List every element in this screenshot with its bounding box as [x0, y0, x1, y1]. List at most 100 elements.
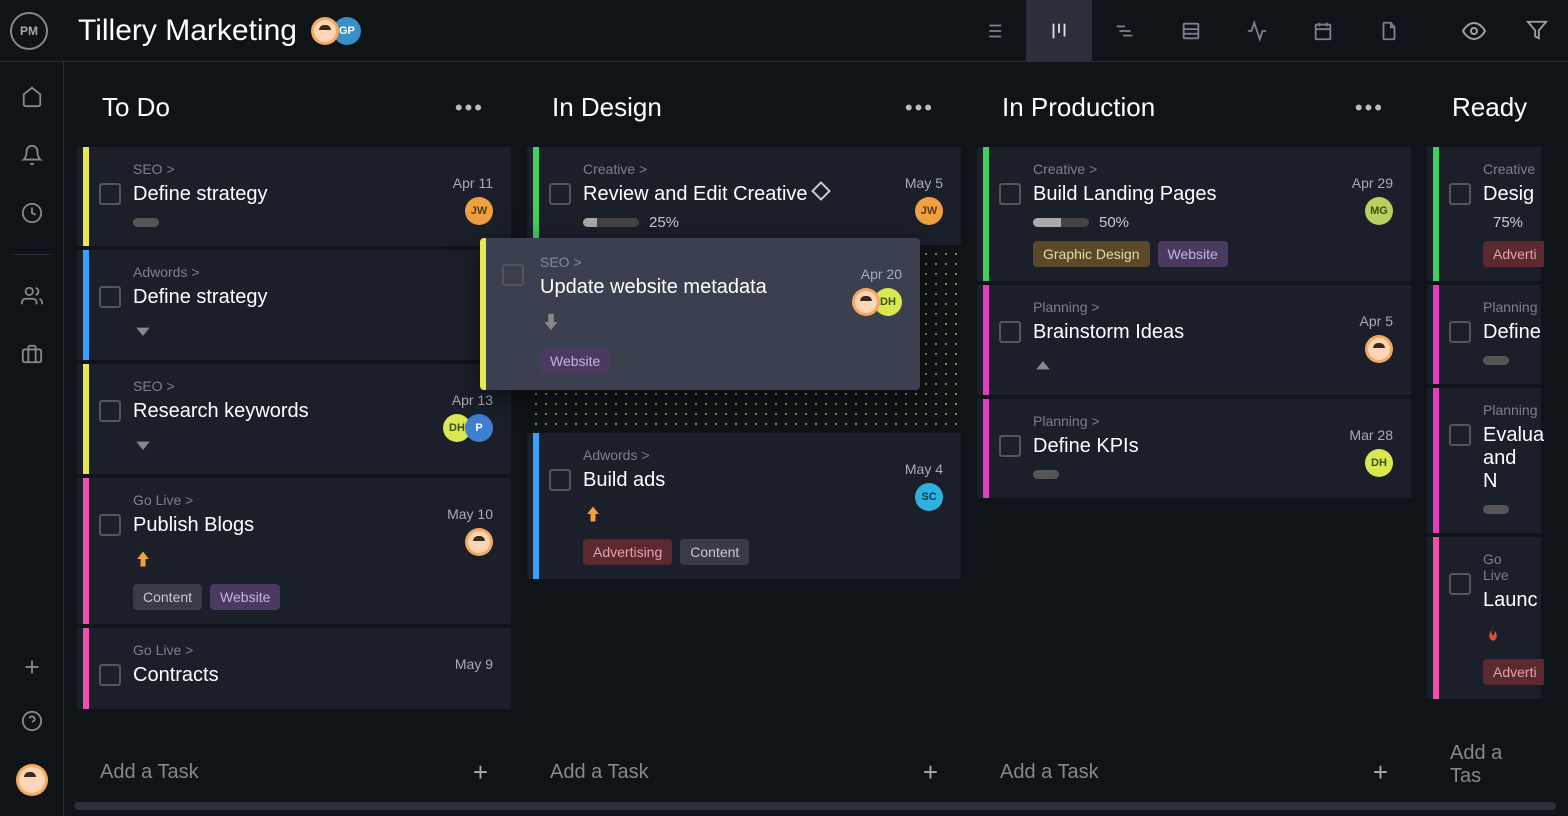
task-checkbox[interactable] — [549, 469, 571, 491]
column-body[interactable]: Creative Desig 75% Adverti Planning Defi… — [1424, 147, 1544, 716]
card-breadcrumb[interactable]: Planning — [1483, 299, 1523, 315]
tag[interactable]: Website — [540, 348, 610, 374]
tag[interactable]: Website — [210, 584, 280, 610]
card-breadcrumb[interactable]: Planning > — [1033, 299, 1393, 315]
table-view-icon[interactable] — [1158, 0, 1224, 62]
task-checkbox[interactable] — [1449, 183, 1471, 205]
tag[interactable]: Content — [133, 584, 202, 610]
task-checkbox[interactable] — [99, 183, 121, 205]
column-menu-icon[interactable]: ••• — [455, 95, 484, 121]
task-checkbox[interactable] — [99, 400, 121, 422]
team-icon[interactable] — [21, 285, 43, 307]
avatar[interactable]: SC — [915, 483, 943, 511]
topbar: PM Tillery Marketing GP — [0, 0, 1568, 62]
filter-icon[interactable] — [1526, 19, 1548, 43]
task-card[interactable]: Go Live > Publish Blogs ContentWebsite M… — [77, 478, 511, 624]
task-card[interactable]: SEO > Define strategy Apr 11JW — [77, 147, 511, 246]
task-checkbox[interactable] — [99, 514, 121, 536]
user-avatar[interactable] — [16, 764, 48, 796]
card-breadcrumb[interactable]: SEO > — [133, 378, 493, 394]
task-checkbox[interactable] — [99, 664, 121, 686]
add-task-button[interactable]: Add a Task + — [524, 741, 964, 804]
card-breadcrumb[interactable]: Adwords > — [583, 447, 943, 463]
tag[interactable]: Advertising — [583, 539, 672, 565]
add-task-button[interactable]: Add a Tas — [1424, 726, 1544, 804]
task-card[interactable]: Planning Define — [1427, 285, 1541, 384]
task-checkbox[interactable] — [99, 286, 121, 308]
avatar[interactable] — [1365, 335, 1393, 363]
calendar-view-icon[interactable] — [1290, 0, 1356, 62]
list-view-icon[interactable] — [960, 0, 1026, 62]
task-card[interactable]: Creative Desig 75% Adverti — [1427, 147, 1541, 281]
avatar[interactable]: JW — [465, 197, 493, 225]
file-view-icon[interactable] — [1356, 0, 1422, 62]
scrollbar[interactable] — [74, 802, 1556, 810]
card-breadcrumb[interactable]: Go Live — [1483, 551, 1523, 583]
tag[interactable]: Content — [680, 539, 749, 565]
card-breadcrumb[interactable]: Go Live > — [133, 642, 493, 658]
avatar[interactable] — [311, 17, 339, 45]
add-task-label: Add a Task — [550, 761, 649, 784]
avatar[interactable]: MG — [1365, 197, 1393, 225]
clock-icon[interactable] — [21, 202, 43, 224]
avatar[interactable]: P — [465, 414, 493, 442]
gantt-view-icon[interactable] — [1092, 0, 1158, 62]
avatar[interactable]: JW — [915, 197, 943, 225]
column-body[interactable]: Creative > Review and Edit Creative 25% … — [524, 147, 964, 731]
task-card[interactable]: Go Live > Contracts May 9 — [77, 628, 511, 709]
avatar[interactable] — [852, 288, 880, 316]
column-body[interactable]: SEO > Define strategy Apr 11JW Adwords >… — [74, 147, 514, 731]
dragging-card[interactable]: SEO > Update website metadata Website Ap… — [480, 238, 920, 390]
task-card[interactable]: Creative > Review and Edit Creative 25% … — [527, 147, 961, 245]
tag[interactable]: Website — [1158, 241, 1228, 267]
add-task-button[interactable]: Add a Task + — [974, 741, 1414, 804]
task-card[interactable]: SEO > Research keywords Apr 13DHP — [77, 364, 511, 474]
tag[interactable]: Adverti — [1483, 241, 1544, 267]
task-checkbox[interactable] — [999, 321, 1021, 343]
task-checkbox[interactable] — [502, 264, 524, 286]
avatar[interactable]: DH — [1365, 449, 1393, 477]
tag[interactable]: Adverti — [1483, 659, 1544, 685]
task-card[interactable]: Go Live Launc Adverti — [1427, 537, 1541, 699]
task-checkbox[interactable] — [1449, 573, 1471, 595]
project-members[interactable]: GP — [317, 17, 361, 45]
card-breadcrumb[interactable]: Creative > — [583, 161, 943, 177]
add-icon[interactable] — [21, 656, 43, 678]
card-breadcrumb[interactable]: SEO > — [540, 254, 900, 270]
card-breadcrumb[interactable]: Adwords > — [133, 264, 493, 280]
column-body[interactable]: Creative > Build Landing Pages 50% Graph… — [974, 147, 1414, 731]
task-card[interactable]: Planning Evalua and N — [1427, 388, 1541, 533]
task-checkbox[interactable] — [1449, 321, 1471, 343]
avatar[interactable] — [465, 528, 493, 556]
kanban-board[interactable]: To Do ••• SEO > Define strategy Apr 11JW… — [64, 62, 1568, 816]
help-icon[interactable] — [21, 710, 43, 732]
task-checkbox[interactable] — [999, 183, 1021, 205]
task-card[interactable]: Planning > Define KPIs Mar 28DH — [977, 399, 1411, 498]
card-breadcrumb[interactable]: Planning — [1483, 402, 1523, 418]
task-checkbox[interactable] — [549, 183, 571, 205]
card-breadcrumb[interactable]: Go Live > — [133, 492, 493, 508]
task-card[interactable]: Creative > Build Landing Pages 50% Graph… — [977, 147, 1411, 281]
tag[interactable]: Graphic Design — [1033, 241, 1150, 267]
column-menu-icon[interactable]: ••• — [905, 95, 934, 121]
column-menu-icon[interactable]: ••• — [1355, 95, 1384, 121]
add-task-button[interactable]: Add a Task + — [74, 741, 514, 804]
activity-view-icon[interactable] — [1224, 0, 1290, 62]
briefcase-icon[interactable] — [21, 343, 43, 365]
visibility-icon[interactable] — [1462, 19, 1486, 43]
bell-icon[interactable] — [21, 144, 43, 166]
task-card[interactable]: Adwords > Define strategy — [77, 250, 511, 360]
card-breadcrumb[interactable]: SEO > — [133, 161, 493, 177]
app-logo[interactable]: PM — [10, 12, 48, 50]
board-view-icon[interactable] — [1026, 0, 1092, 62]
card-breadcrumb[interactable]: Creative > — [1033, 161, 1393, 177]
task-checkbox[interactable] — [999, 435, 1021, 457]
task-card[interactable]: Planning > Brainstorm Ideas Apr 5 — [977, 285, 1411, 395]
card-title: Review and Edit Creative — [583, 183, 943, 206]
card-breadcrumb[interactable]: Planning > — [1033, 413, 1393, 429]
priority-icon — [133, 435, 153, 455]
home-icon[interactable] — [21, 86, 43, 108]
card-breadcrumb[interactable]: Creative — [1483, 161, 1523, 177]
task-card[interactable]: Adwords > Build ads AdvertisingContent M… — [527, 433, 961, 579]
task-checkbox[interactable] — [1449, 424, 1471, 446]
